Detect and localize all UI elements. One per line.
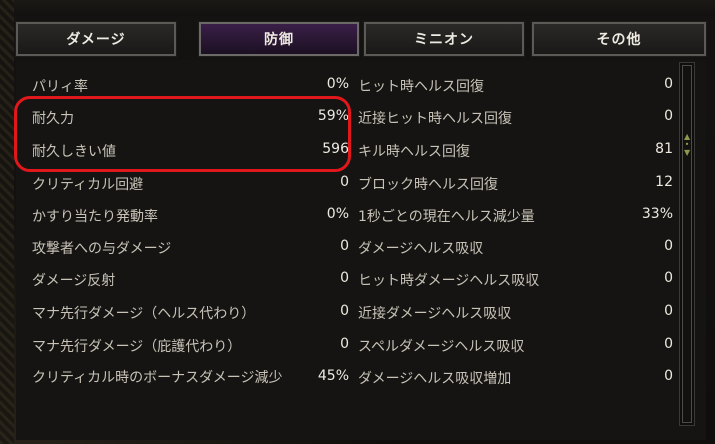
stat-label: ヒット時ヘルス回復: [358, 79, 484, 95]
stats-tab-bar: ダメージ 防御 ミニオン その他: [15, 21, 707, 57]
stat-label: マナ先行ダメージ（庇護代わり）: [32, 339, 242, 355]
stat-value: 59%: [317, 108, 349, 124]
stat-row-damage-leech: ダメージヘルス吸収 0: [358, 238, 673, 260]
stat-row-spell-damage-leech: スペルダメージヘルス吸収 0: [358, 336, 673, 358]
stat-value: 81: [655, 141, 673, 157]
stat-value: 0: [340, 336, 349, 352]
scrollbar[interactable]: ▲ • ▼: [679, 62, 695, 426]
stat-row-health-on-kill: キル時ヘルス回復 81: [358, 141, 673, 163]
stat-label: 攻撃者への与ダメージ: [32, 241, 172, 257]
stat-value: 33%: [641, 206, 673, 222]
stat-row-critical-evasion: クリティカル回避 0: [16, 174, 349, 196]
stat-value: 0%: [326, 206, 349, 222]
stat-label: 1秒ごとの現在ヘルス減少量: [358, 209, 535, 225]
stat-row-health-on-block: ブロック時ヘルス回復 12: [358, 174, 673, 196]
tab-other[interactable]: その他: [531, 21, 707, 57]
stat-value: 0: [340, 303, 349, 319]
stat-label: 近接ヒット時ヘルス回復: [358, 111, 512, 127]
stat-row-durability-threshold: 耐久しきい値 596: [16, 141, 349, 163]
stat-row-health-on-melee-hit: 近接ヒット時ヘルス回復 0: [358, 108, 673, 130]
stat-row-damage-reflect: ダメージ反射 0: [16, 270, 349, 292]
tab-minions[interactable]: ミニオン: [363, 21, 525, 57]
stat-label: マナ先行ダメージ（ヘルス代わり）: [32, 306, 256, 322]
stat-row-glancing-rate: かすり当たり発動率 0%: [16, 206, 349, 228]
stat-label: 耐久しきい値: [32, 144, 116, 160]
stat-label: ブロック時ヘルス回復: [358, 177, 498, 193]
stat-label: ヒット時ダメージヘルス吸収: [358, 273, 540, 289]
stat-value: 0: [664, 303, 673, 319]
stat-label: クリティカル時のボーナスダメージ減少: [32, 370, 283, 386]
stat-row-mana-before-health: マナ先行ダメージ（ヘルス代わり） 0: [16, 303, 349, 325]
stat-label: キル時ヘルス回復: [358, 144, 470, 160]
stat-value: 0: [664, 76, 673, 92]
scroll-grip-icon[interactable]: ▲ • ▼: [684, 133, 690, 157]
stat-label: パリィ率: [32, 79, 88, 95]
stat-value: 0: [340, 270, 349, 286]
stat-row-crit-damage-reduction: クリティカル時のボーナスダメージ減少 45%: [16, 368, 349, 412]
frame-ornament: [0, 0, 14, 444]
stat-value: 0: [664, 336, 673, 352]
stat-label: ダメージ反射: [32, 273, 116, 289]
stat-value: 596: [322, 141, 349, 157]
stat-row-health-on-hit: ヒット時ヘルス回復 0: [358, 76, 673, 98]
top-strip: [14, 0, 715, 16]
stat-row-damage-leech-increase: ダメージヘルス吸収増加 0: [358, 368, 673, 390]
scroll-track[interactable]: [682, 65, 692, 423]
stat-value: 0: [664, 238, 673, 254]
stat-value: 0: [340, 238, 349, 254]
stat-label: クリティカル回避: [32, 177, 144, 193]
stat-value: 0: [664, 108, 673, 124]
stat-label: スペルダメージヘルス吸収: [358, 339, 525, 355]
stat-row-health-loss-per-second: 1秒ごとの現在ヘルス減少量 33%: [358, 206, 673, 228]
stat-row-mana-before-ward: マナ先行ダメージ（庇護代わり） 0: [16, 336, 349, 358]
tab-defense[interactable]: 防御: [198, 21, 360, 57]
stat-row-melee-damage-leech: 近接ダメージヘルス吸収 0: [358, 303, 673, 325]
stat-label: 近接ダメージヘルス吸収: [358, 306, 512, 322]
stat-value: 0: [664, 368, 673, 384]
stat-label: ダメージヘルス吸収: [358, 241, 484, 257]
stat-label: かすり当たり発動率: [32, 209, 158, 225]
stat-label: ダメージヘルス吸収増加: [358, 371, 512, 387]
stat-row-parry-rate: パリィ率 0%: [16, 76, 349, 98]
stat-value: 12: [655, 174, 673, 190]
stat-row-durability: 耐久力 59%: [16, 108, 349, 130]
stat-value: 0%: [326, 76, 349, 92]
stat-value: 45%: [317, 368, 349, 384]
stat-row-hit-damage-leech: ヒット時ダメージヘルス吸収 0: [358, 270, 673, 292]
stat-row-damage-to-attacker: 攻撃者への与ダメージ 0: [16, 238, 349, 260]
stat-label: 耐久力: [32, 111, 74, 127]
stat-value: 0: [340, 174, 349, 190]
stat-value: 0: [664, 270, 673, 286]
tab-damage[interactable]: ダメージ: [15, 21, 177, 57]
